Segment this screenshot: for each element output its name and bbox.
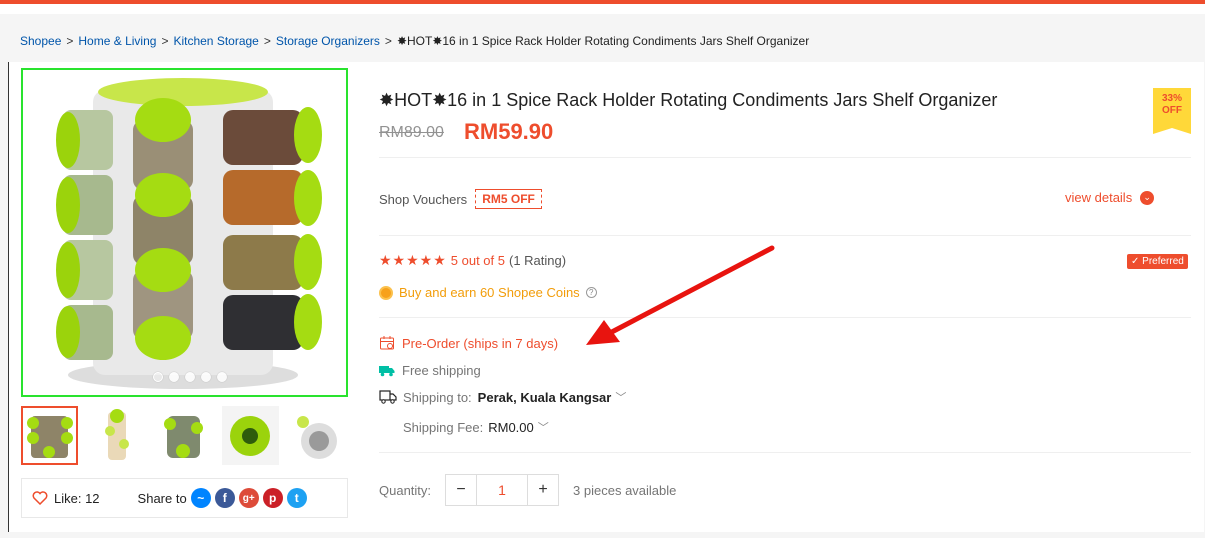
thumbnail-image [155, 406, 212, 465]
stock-available: 3 pieces available [573, 482, 677, 498]
calendar-icon [380, 336, 394, 350]
voucher-tag[interactable]: RM5 OFF [475, 189, 542, 209]
spice-rack-image [23, 70, 346, 395]
thumbnail-image [23, 408, 76, 463]
product-card: Like: 12 Share to ~ f g+ p t ✸HOT✸16 in … [8, 62, 1204, 532]
divider [379, 235, 1191, 236]
breadcrumb-kitchen-storage[interactable]: Kitchen Storage [173, 34, 258, 48]
breadcrumb-shopee[interactable]: Shopee [20, 34, 61, 48]
pinterest-icon[interactable]: p [262, 488, 283, 508]
product-gallery: Like: 12 Share to ~ f g+ p t [9, 62, 359, 532]
thumbnail-4[interactable] [222, 406, 279, 465]
chevron-down-icon: ⌄ [1140, 190, 1155, 205]
rating-score[interactable]: 5 out of 5 [451, 253, 505, 268]
breadcrumb-separator: > [263, 34, 271, 48]
google-plus-icon[interactable]: g+ [238, 488, 259, 508]
like-count: Like: 12 [54, 490, 100, 506]
top-header-bar [0, 0, 1205, 14]
facebook-icon[interactable]: f [214, 488, 235, 508]
quantity-input[interactable]: 1 [477, 474, 528, 506]
twitter-icon[interactable]: t [286, 488, 307, 508]
breadcrumb: Shopee > Home & Living > Kitchen Storage > Sto… [20, 34, 809, 48]
carousel-dot[interactable] [217, 372, 227, 382]
divider [379, 157, 1191, 158]
shipping-to-row: Shipping to: Perak, Kuala Kangsar ﹀ [379, 389, 626, 405]
help-icon[interactable]: ? [585, 287, 597, 298]
divider [379, 317, 1191, 318]
carousel-dot[interactable] [201, 372, 211, 382]
product-title: ✸HOT✸16 in 1 Spice Rack Holder Rotating … [379, 90, 998, 110]
discount-badge: 33% OFF [1153, 88, 1191, 134]
quantity-stepper: − 1 + [445, 474, 560, 506]
coins-text: Buy and earn 60 Shopee Coins [399, 285, 580, 300]
original-price: RM89.00 [379, 124, 444, 141]
thumbnail-5[interactable] [289, 406, 346, 465]
chevron-down-icon[interactable]: ﹀ [615, 389, 626, 405]
thumbnail-image [88, 406, 145, 465]
rating-count[interactable]: (1 Rating) [509, 253, 566, 268]
preorder-row: Pre-Order (ships in 7 days) [379, 335, 558, 351]
breadcrumb-separator: > [384, 34, 392, 48]
shipping-to-value[interactable]: Perak, Kuala Kangsar [478, 390, 612, 405]
breadcrumb-storage-organizers[interactable]: Storage Organizers [276, 34, 380, 48]
social-bar: Like: 12 Share to ~ f g+ p t [21, 478, 348, 518]
breadcrumb-separator: > [66, 34, 74, 48]
quantity-row: Quantity: − 1 + 3 pieces available [379, 474, 676, 506]
thumbnail-2[interactable] [88, 406, 145, 465]
shipping-fee-row: Shipping Fee: RM0.00 ﹀ [403, 419, 549, 435]
breadcrumb-current: ✸HOT✸16 in 1 Spice Rack Holder Rotating … [396, 34, 810, 48]
preorder-text: Pre-Order (ships in 7 days) [402, 335, 559, 351]
free-shipping-text: Free shipping [402, 363, 481, 378]
product-info: ✸HOT✸16 in 1 Spice Rack Holder Rotating … [365, 62, 1205, 532]
main-product-image[interactable] [21, 68, 348, 397]
shipping-fee-value[interactable]: RM0.00 [488, 420, 534, 435]
like-button[interactable]: Like: 12 [32, 491, 100, 506]
truck-icon [379, 390, 397, 404]
breadcrumb-separator: > [161, 34, 169, 48]
share-label: Share to [137, 490, 187, 506]
carousel-dots [153, 372, 227, 382]
free-shipping-row: Free shipping [379, 363, 481, 378]
view-details-label: view details [1065, 190, 1133, 205]
discount-off-label: OFF [1162, 105, 1182, 116]
thumbnail-image [222, 406, 279, 465]
current-price: RM59.90 [464, 119, 554, 144]
quantity-increase-button[interactable]: + [527, 474, 560, 506]
shipping-to-label: Shipping to: [403, 389, 472, 405]
coin-icon [379, 285, 393, 300]
thumbnail-1[interactable] [21, 406, 78, 465]
free-shipping-truck-icon [379, 365, 395, 376]
preferred-badge: ✓ Preferred [1127, 254, 1188, 269]
chevron-down-icon[interactable]: ﹀ [538, 419, 549, 435]
discount-percent: 33% [1161, 93, 1182, 104]
quantity-decrease-button[interactable]: − [445, 474, 478, 506]
breadcrumb-home-living[interactable]: Home & Living [78, 34, 156, 48]
messenger-icon[interactable]: ~ [190, 488, 211, 508]
shipping-fee-label: Shipping Fee: [403, 419, 484, 435]
quantity-label: Quantity: [379, 482, 432, 498]
thumbnail-image [289, 406, 346, 465]
heart-icon [32, 491, 48, 505]
thumbnail-strip [21, 406, 346, 465]
carousel-dot[interactable] [185, 372, 195, 382]
divider [379, 452, 1191, 453]
view-details-link[interactable]: view details ⌄ [1065, 190, 1155, 205]
rating-row: ★★★★★ 5 out of 5 (1 Rating) [379, 252, 566, 269]
coins-row: Buy and earn 60 Shopee Coins ? [379, 285, 597, 300]
top-accent-line [0, 0, 1205, 4]
share-group: Share to ~ f g+ p t [138, 488, 307, 508]
shop-vouchers-label: Shop Vouchers [379, 191, 468, 207]
star-rating-icons: ★★★★★ [379, 252, 447, 268]
shop-vouchers-row: Shop Vouchers RM5 OFF [379, 189, 542, 209]
carousel-dot[interactable] [153, 372, 163, 382]
carousel-dot[interactable] [169, 372, 179, 382]
thumbnail-3[interactable] [155, 406, 212, 465]
